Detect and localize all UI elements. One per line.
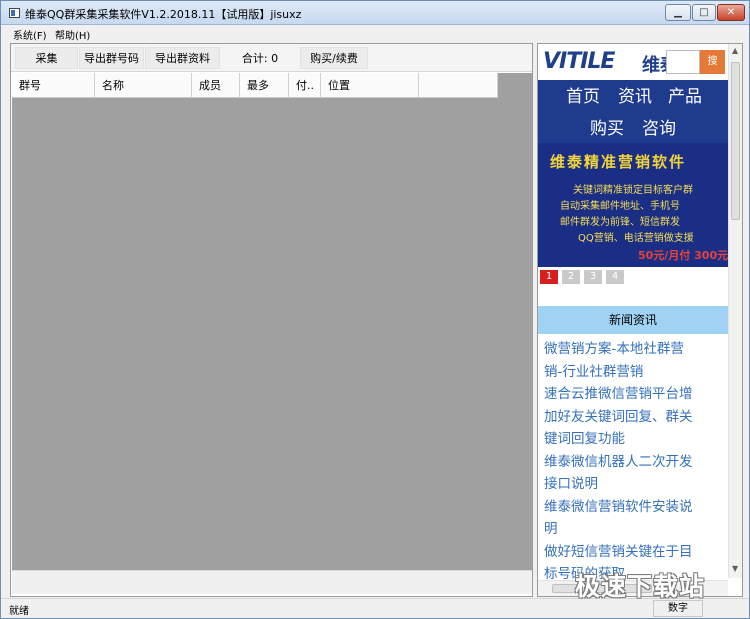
slide-title: 维泰精准营销软件 [550, 153, 687, 171]
site-watermark: 极速下载站 [575, 572, 706, 601]
export-numbers-button[interactable]: 导出群号码 [79, 47, 144, 69]
column-header-location[interactable]: 位置 [321, 73, 419, 98]
news-link[interactable]: 销-行业社群营销 [544, 361, 722, 384]
slide-line: QQ营销、电话营销做支援 [578, 233, 694, 244]
minimize-button[interactable]: ▁ [665, 4, 691, 21]
column-header-members[interactable]: 成员 [192, 73, 240, 98]
group-table[interactable]: 群号 名称 成员 最多 付.. 位置 [12, 73, 504, 570]
ad-nav: 首页 资讯 产品 购买 咨询 [538, 80, 728, 143]
export-info-button[interactable]: 导出群资料 [145, 47, 220, 69]
total-count: 合计: 0 [221, 47, 299, 69]
ad-vertical-scrollbar[interactable]: ▲ ▼ [728, 44, 742, 578]
news-link[interactable]: 接口说明 [544, 473, 722, 496]
table-gutter [504, 73, 532, 570]
ad-logo-bar: VITILE 维泰 搜 [538, 44, 728, 80]
nav-consult[interactable]: 咨询 [642, 114, 676, 139]
status-text: 就绪 [9, 606, 29, 617]
news-link[interactable]: 维泰微信机器人二次开发 [544, 451, 722, 474]
collect-button[interactable]: 采集 [15, 47, 78, 69]
column-header-group-number[interactable]: 群号 [12, 73, 95, 98]
menu-bar: 系统(F) 帮助(H) [1, 26, 749, 42]
table-header: 群号 名称 成员 最多 付.. 位置 [12, 73, 498, 98]
vitile-logo[interactable]: VITILE [543, 49, 615, 74]
slide-line: 邮件群发为前锋、短信群发 [560, 217, 680, 228]
column-header-name[interactable]: 名称 [95, 73, 192, 98]
nav-products[interactable]: 产品 [668, 82, 702, 107]
app-window: 维泰QQ群采集采集软件V1.2.2018.11【试用版】jisuxz ▁ □ ✕… [0, 0, 750, 619]
slide-line: 关键词精准锁定目标客户群 [573, 185, 693, 196]
slide-price: 50元/月付 300元 [638, 249, 728, 262]
news-link[interactable]: 做好短信营销关键在于目 [544, 541, 722, 564]
maximize-button[interactable]: □ [692, 4, 716, 21]
news-link[interactable]: 加好友关键词回复、群关 [544, 406, 722, 429]
column-header-paid[interactable]: 付.. [289, 73, 321, 98]
table-footer-strip [12, 570, 532, 594]
news-link[interactable]: 维泰微信营销软件安装说 [544, 496, 722, 519]
close-button[interactable]: ✕ [717, 4, 745, 21]
title-bar[interactable]: 维泰QQ群采集采集软件V1.2.2018.11【试用版】jisuxz ▁ □ ✕ [1, 1, 749, 25]
pager-dot-2[interactable]: 2 [562, 270, 580, 284]
column-header-max[interactable]: 最多 [240, 73, 289, 98]
news-link[interactable]: 明 [544, 518, 722, 541]
scroll-up-icon[interactable]: ▲ [732, 46, 738, 55]
window-title: 维泰QQ群采集采集软件V1.2.2018.11【试用版】jisuxz [25, 8, 302, 21]
menu-system[interactable]: 系统(F) [13, 27, 47, 42]
buy-renew-button[interactable]: 购买/续费 [300, 47, 368, 69]
nav-news[interactable]: 资讯 [618, 82, 652, 107]
nav-home[interactable]: 首页 [566, 82, 600, 107]
menu-help[interactable]: 帮助(H) [55, 27, 90, 42]
news-header: 新闻资讯 [538, 306, 728, 334]
app-icon [9, 8, 20, 18]
scroll-thumb[interactable] [731, 62, 740, 220]
toolbar: 采集 导出群号码 导出群资料 合计: 0 购买/续费 [11, 44, 532, 72]
pager-dot-1[interactable]: 1 [540, 270, 558, 284]
news-link[interactable]: 键词回复功能 [544, 428, 722, 451]
news-link[interactable]: 速合云推微信营销平台增 [544, 383, 722, 406]
ad-search-button[interactable]: 搜 [700, 50, 725, 74]
slide-line: 自动采集邮件地址、手机号 [560, 201, 680, 212]
nav-buy[interactable]: 购买 [590, 114, 624, 139]
scroll-down-icon[interactable]: ▼ [732, 564, 738, 573]
ad-web-panel: VITILE 维泰 搜 首页 资讯 产品 购买 咨询 维泰精准营销软件 关键词精… [537, 43, 743, 597]
pager-dot-4[interactable]: 4 [606, 270, 624, 284]
pager-dot-3[interactable]: 3 [584, 270, 602, 284]
ad-slide[interactable]: 维泰精准营销软件 关键词精准锁定目标客户群 自动采集邮件地址、手机号 邮件群发为… [538, 143, 728, 267]
news-list: 微营销方案-本地社群营 销-行业社群营销 速合云推微信营销平台增 加好友关键词回… [544, 338, 722, 586]
news-link[interactable]: 微营销方案-本地社群营 [544, 338, 722, 361]
ad-search-input[interactable] [666, 50, 700, 74]
column-header-empty [419, 73, 498, 98]
group-list-panel: 采集 导出群号码 导出群资料 合计: 0 购买/续费 群号 名称 成员 最多 付… [10, 43, 533, 597]
